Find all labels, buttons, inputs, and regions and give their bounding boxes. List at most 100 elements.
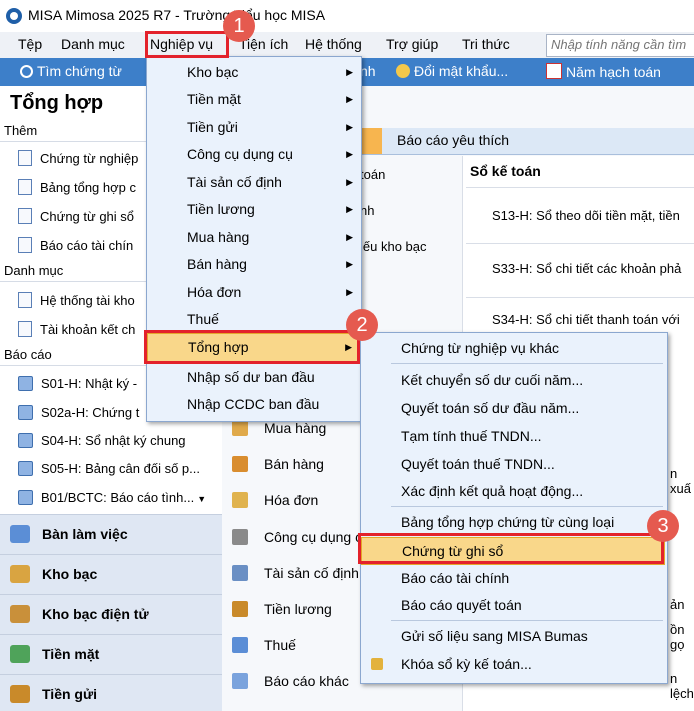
menu-he-thong[interactable]: Hệ thống — [305, 36, 362, 52]
left-item-tai-khoan-ket-chuyen[interactable]: Tài khoản kết ch — [18, 321, 135, 337]
search-icon — [20, 65, 33, 78]
report-item-s02ah[interactable]: S02a-H: Chứng t — [18, 405, 139, 420]
report-item-s01h[interactable]: S01-H: Nhật ký - — [18, 376, 137, 391]
nav-tien-gui[interactable]: Tiền gửi — [0, 674, 222, 711]
center-item-label: Thuế — [264, 637, 296, 653]
menu-item-label: Bán hàng — [187, 256, 247, 272]
feature-search-input[interactable] — [547, 35, 694, 54]
center-item-label: Công cụ dụng c — [264, 529, 363, 545]
menu-item-mua-hang[interactable]: Mua hàng ▶ — [147, 224, 359, 251]
submenu-bao-cao-quyet-toan[interactable]: Báo cáo quyết toán — [361, 592, 665, 619]
menu-item-tai-san-co-dinh[interactable]: Tài sản cố định ▶ — [147, 169, 359, 196]
report-item-s04h[interactable]: S04-H: Sổ nhật ký chung — [18, 433, 186, 448]
nav-kho-bac-dien-tu[interactable]: Kho bạc điện tử — [0, 594, 222, 634]
menu-item-kho-bac[interactable]: Kho bạc ▶ — [147, 59, 359, 86]
key-icon — [396, 64, 410, 78]
menu-item-cong-cu-dung-cu[interactable]: Công cụ dụng cụ ▶ — [147, 141, 359, 168]
menu-item-label: Tiền mặt — [187, 91, 241, 107]
center-item-thue[interactable]: Thuế — [232, 637, 296, 653]
submenu-bang-tong-hop-chung-tu[interactable]: Bảng tổng hợp chứng từ cùng loại — [361, 509, 665, 536]
submenu-quyet-toan-so-du[interactable]: Quyết toán số dư đầu năm... — [361, 395, 665, 422]
treasury-icon — [10, 565, 30, 583]
right-fragment-2: ản — [670, 597, 685, 612]
fiscal-year-button[interactable]: Năm hạch toán — [546, 63, 661, 80]
center-item-mua-hang[interactable]: Mua hàng — [232, 420, 326, 436]
menu-separator — [391, 620, 663, 621]
left-item-chung-tu-nghiep[interactable]: Chứng từ nghiệp — [18, 150, 138, 166]
change-password-button[interactable]: Đổi mật khẩu... — [396, 63, 508, 79]
menu-item-hoa-don[interactable]: Hóa đơn ▶ — [147, 279, 359, 306]
menu-tep[interactable]: Tệp — [18, 36, 42, 52]
menu-tri-thuc[interactable]: Tri thức — [462, 36, 510, 52]
menu-item-nhap-ccdc-ban-dau[interactable]: Nhập CCDC ban đầu — [147, 391, 359, 418]
center-item-label: Báo cáo khác — [264, 673, 349, 689]
report-item-b01bctc[interactable]: B01/BCTC: Báo cáo tình... ▼ — [18, 490, 206, 505]
feature-search-box[interactable] — [546, 34, 694, 57]
desktop-icon — [10, 525, 30, 543]
submenu-khoa-so-ky-ke-toan[interactable]: Khóa sổ kỳ kế toán... — [361, 651, 665, 678]
menu-item-thue[interactable]: Thuế — [147, 306, 359, 333]
menu-item-tien-mat[interactable]: Tiền mặt ▶ — [147, 86, 359, 113]
center-item-ban-hang[interactable]: Bán hàng — [232, 456, 324, 472]
menu-tro-giup[interactable]: Trợ giúp — [386, 36, 438, 52]
menu-danh-muc[interactable]: Danh mục — [61, 36, 125, 52]
menu-item-label: Hóa đơn — [187, 284, 242, 300]
submenu-arrow-icon: ▶ — [346, 259, 353, 269]
nav-ban-lam-viec[interactable]: Bàn làm việc — [0, 514, 222, 554]
dropdown-arrow-icon[interactable]: ▼ — [197, 494, 206, 504]
center-item-label: Tài sản cố định — [264, 565, 359, 581]
document-icon — [18, 292, 32, 308]
center-item-tai-san-co-dinh[interactable]: Tài sản cố định — [232, 565, 359, 581]
report-item-s05h[interactable]: S05-H: Bảng cân đối số p... — [18, 461, 200, 476]
invoice-icon — [232, 492, 248, 508]
right-fragment-4: n lệch — [670, 671, 694, 701]
menu-separator — [391, 363, 663, 364]
menu-item-nhap-so-du-ban-dau[interactable]: Nhập số dư ban đầu — [147, 364, 359, 391]
menu-item-tien-luong[interactable]: Tiền lương ▶ — [147, 196, 359, 223]
left-item-chung-tu-ghi-so[interactable]: Chứng từ ghi sổ — [18, 208, 134, 224]
menu-item-tien-gui[interactable]: Tiền gửi ▶ — [147, 114, 359, 141]
window-title: MISA Mimosa 2025 R7 - Trường Tiểu học MI… — [28, 7, 326, 23]
submenu-quyet-toan-thue-tndn[interactable]: Quyết toán thuế TNDN... — [361, 451, 665, 478]
menu-item-label: Thuế — [187, 311, 219, 327]
nav-label: Tiền gửi — [42, 686, 97, 702]
step-badge-1: 1 — [223, 10, 255, 42]
left-item-bang-tong-hop[interactable]: Bảng tổng hợp c — [18, 179, 136, 195]
find-voucher-button[interactable]: Tìm chứng từ — [20, 63, 122, 79]
menu-item-label: Tiền gửi — [187, 119, 238, 135]
submenu-gui-so-lieu-bumas[interactable]: Gửi số liệu sang MISA Bumas — [361, 623, 665, 650]
left-item-bao-cao-tai-chinh[interactable]: Báo cáo tài chín — [18, 237, 133, 253]
center-fragment-toan: toán — [360, 167, 386, 182]
report-icon — [18, 405, 33, 420]
submenu-tam-tinh-thue-tndn[interactable]: Tạm tính thuế TNDN... — [361, 423, 665, 450]
annotation-box-1 — [145, 31, 229, 58]
menu-item-ban-hang[interactable]: Bán hàng ▶ — [147, 251, 359, 278]
left-item-he-thong-tai-khoan[interactable]: Hệ thống tài kho — [18, 292, 135, 308]
report-item-label: S04-H: Sổ nhật ký chung — [41, 433, 186, 448]
nav-label: Kho bạc điện tử — [42, 606, 149, 622]
annotation-box-2 — [144, 330, 360, 364]
tax-icon — [232, 637, 248, 653]
left-item-label: Chứng từ ghi sổ — [40, 209, 135, 224]
right-row-s34h[interactable]: S34-H: Sổ chi tiết thanh toán với — [466, 297, 694, 337]
nav-kho-bac[interactable]: Kho bạc — [0, 554, 222, 594]
center-item-label: Mua hàng — [264, 420, 327, 436]
center-item-cong-cu-dung-cu[interactable]: Công cụ dụng c — [232, 529, 362, 545]
right-row-s13h[interactable]: S13-H: Sổ theo dõi tiền mặt, tiền — [466, 187, 694, 243]
right-fragment-1: n xuấ — [670, 466, 691, 496]
menu-item-label: Nhập số dư ban đầu — [187, 369, 315, 385]
submenu-ket-chuyen-so-du[interactable]: Kết chuyển số dư cuối năm... — [361, 367, 665, 394]
menu-item-label: Nhập CCDC ban đầu — [187, 396, 320, 412]
submenu-arrow-icon: ▶ — [346, 204, 353, 214]
center-item-tien-luong[interactable]: Tiền lương — [232, 601, 332, 617]
document-icon — [18, 179, 32, 195]
tab-favorite-reports[interactable]: Báo cáo yêu thích — [397, 132, 509, 148]
submenu-xac-dinh-ket-qua[interactable]: Xác định kết quả hoạt động... — [361, 478, 665, 505]
right-row-s33h[interactable]: S33-H: Sổ chi tiết các khoản phả — [466, 243, 694, 297]
toolbar-partial-item[interactable]: nh — [360, 63, 376, 79]
submenu-bao-cao-tai-chinh[interactable]: Báo cáo tài chính — [361, 565, 665, 592]
nav-tien-mat[interactable]: Tiền mặt — [0, 634, 222, 674]
submenu-chung-tu-nghiep-vu-khac[interactable]: Chứng từ nghiệp vụ khác — [361, 335, 665, 362]
center-item-bao-cao-khac[interactable]: Báo cáo khác — [232, 673, 349, 689]
center-item-hoa-don[interactable]: Hóa đơn — [232, 492, 318, 508]
